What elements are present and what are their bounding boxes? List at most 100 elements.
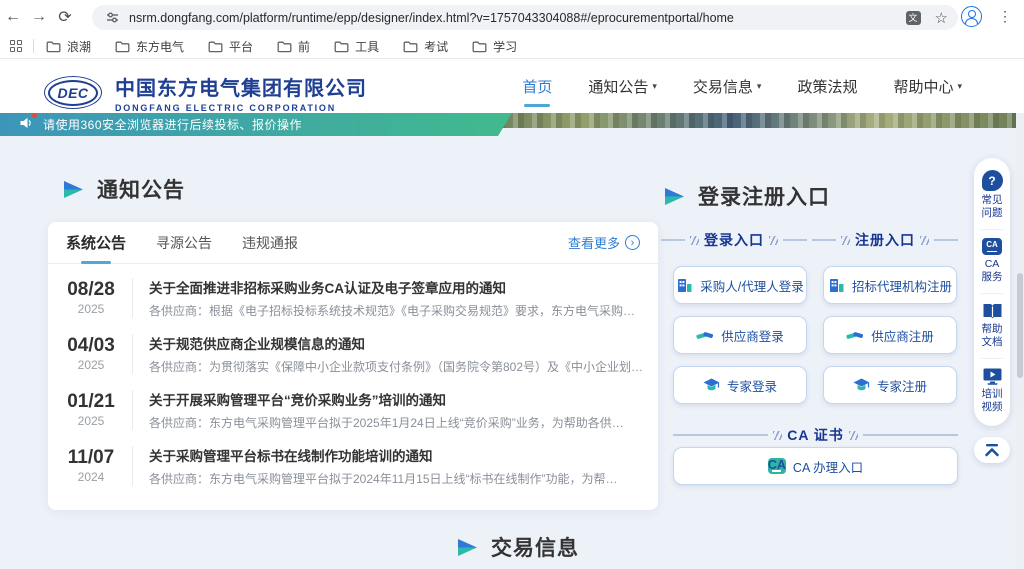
- register-group-label: 注册入口: [812, 230, 958, 250]
- folder-icon: [208, 40, 223, 53]
- notice-summary: 各供应商：根据《电子招标投标系统技术规范》《电子采购交易规范》要求，东方电气采购…: [149, 302, 635, 319]
- bookmark-folder[interactable]: 平台: [208, 38, 253, 55]
- address-bar[interactable]: nsrm.dongfang.com/platform/runtime/epp/d…: [92, 5, 958, 30]
- notice-date: 11/07 2024: [60, 447, 122, 484]
- expert-register-button[interactable]: 专家注册: [823, 366, 957, 404]
- folder-icon: [277, 40, 292, 53]
- company-name-en: DONGFANG ELECTRIC CORPORATION: [115, 103, 367, 113]
- supplier-register-button[interactable]: 供应商注册: [823, 316, 957, 354]
- browser-menu-icon[interactable]: ⋮: [998, 8, 1012, 25]
- bid-agency-register-button[interactable]: 招标代理机构注册: [823, 266, 957, 304]
- view-more-link[interactable]: 查看更多 ›: [568, 233, 640, 252]
- forward-icon[interactable]: →: [26, 8, 52, 26]
- ca-apply-button[interactable]: CA CA 办理入口: [673, 447, 958, 485]
- bookmark-folder[interactable]: 学习: [472, 38, 517, 55]
- divider: [132, 390, 133, 430]
- question-icon: ?: [982, 170, 1003, 191]
- company-logo[interactable]: DEC 中国东方电气集团有限公司 DONGFANG ELECTRIC CORPO…: [44, 72, 367, 113]
- notice-title[interactable]: 关于全面推进非招标采购业务CA认证及电子签章应用的通知: [149, 277, 635, 297]
- tab-sourcing-notices[interactable]: 寻源公告: [156, 222, 212, 264]
- notice-summary: 各供应商：为贯彻落实《保障中小企业款项支付条例》（国务院令第802号）及《中小企…: [149, 358, 642, 375]
- training-video-shortcut[interactable]: 培训视频: [977, 367, 1007, 414]
- folder-icon: [334, 40, 349, 53]
- dropdown-arrow-icon: ▾: [957, 81, 962, 92]
- notice-title[interactable]: 关于采购管理平台标书在线制作功能培训的通知: [149, 445, 618, 465]
- slash-ornament: [769, 236, 778, 245]
- bookmark-folder[interactable]: 东方电气: [115, 38, 184, 55]
- nav-policies[interactable]: 政策法规: [797, 70, 857, 103]
- nav-notices[interactable]: 通知公告 ▾: [588, 70, 657, 103]
- notice-title[interactable]: 关于规范供应商企业规模信息的通知: [149, 333, 642, 353]
- ca-group-label: CA 证书: [673, 425, 958, 445]
- divider: [981, 293, 1003, 294]
- ribbon-text: 请使用360安全浏览器进行后续投标、报价操作: [43, 116, 302, 133]
- dropdown-arrow-icon: ▾: [757, 81, 762, 92]
- notice-list-item[interactable]: 11/07 2024 关于采购管理平台标书在线制作功能培训的通知 各供应商：东方…: [48, 438, 658, 493]
- company-name-cn: 中国东方电气集团有限公司: [115, 72, 367, 101]
- dec-logo-icon: DEC: [44, 76, 102, 109]
- divider: [132, 446, 133, 486]
- tab-violation-reports[interactable]: 违规通报: [242, 222, 298, 264]
- notice-list-item[interactable]: 01/21 2025 关于开展采购管理平台“竞价采购业务”培训的通知 各供应商：…: [48, 382, 658, 437]
- notice-title[interactable]: 关于开展采购管理平台“竞价采购业务”培训的通知: [149, 389, 624, 409]
- back-icon[interactable]: ←: [0, 8, 26, 26]
- training-video-icon: [982, 367, 1003, 385]
- speaker-icon: [20, 116, 33, 134]
- expert-login-button[interactable]: 专家登录: [673, 366, 807, 404]
- section-arrow-icon: [456, 538, 478, 557]
- browser-notice-ribbon: 请使用360安全浏览器进行后续投标、报价操作: [0, 113, 512, 136]
- notice-summary: 各供应商：东方电气采购管理平台拟于2025年1月24日上线“竞价采购”业务，为帮…: [149, 414, 624, 431]
- slash-ornament: [849, 431, 858, 440]
- collapse-top-icon: [983, 443, 1001, 457]
- notices-tabs: 系统公告 寻源公告 违规通报 查看更多 ›: [48, 222, 658, 264]
- bookmark-folder[interactable]: 浪潮: [46, 38, 91, 55]
- scrollbar-track[interactable]: [1016, 113, 1024, 569]
- handshake-icon: [846, 329, 864, 342]
- bookmark-folder[interactable]: 考试: [403, 38, 448, 55]
- help-doc-shortcut[interactable]: 帮助文档: [977, 302, 1007, 349]
- slash-ornament: [841, 236, 850, 245]
- folder-icon: [403, 40, 418, 53]
- section-arrow-icon: [62, 180, 84, 199]
- notice-date: 01/21 2025: [60, 391, 122, 428]
- section-title: 登录注册入口: [698, 181, 830, 211]
- site-settings-icon[interactable]: [106, 11, 119, 24]
- section-arrow-icon: [663, 187, 685, 206]
- floating-sidebar: ? 常见问题 CA CA服务 帮助文档 培训视频: [974, 158, 1010, 426]
- nav-help-center[interactable]: 帮助中心 ▾: [893, 70, 962, 103]
- ca-service-shortcut[interactable]: CA CA服务: [977, 238, 1007, 284]
- site-header: DEC 中国东方电气集团有限公司 DONGFANG ELECTRIC CORPO…: [0, 59, 1024, 113]
- reload-icon[interactable]: ⟳: [52, 7, 78, 27]
- buyer-agent-login-button[interactable]: 采购人/代理人登录: [673, 266, 807, 304]
- handshake-icon: [696, 329, 714, 342]
- nav-home[interactable]: 首页: [522, 70, 552, 103]
- slash-ornament: [690, 236, 699, 245]
- notices-section-heading: 通知公告: [62, 174, 185, 204]
- scrollbar-thumb[interactable]: [1017, 273, 1023, 378]
- translate-icon[interactable]: 文: [906, 11, 921, 25]
- faq-shortcut[interactable]: ? 常见问题: [977, 170, 1007, 220]
- bookmarks-separator: [33, 39, 34, 53]
- collapse-sidebar-button[interactable]: [974, 437, 1010, 463]
- notice-date: 04/03 2025: [60, 335, 122, 372]
- bookmarks-bar: 浪潮 东方电气 平台 前 工具 考试 学习: [0, 34, 1024, 59]
- profile-avatar[interactable]: [961, 6, 982, 27]
- notice-list-item[interactable]: 04/03 2025 关于规范供应商企业规模信息的通知 各供应商：为贯彻落实《保…: [48, 326, 658, 381]
- login-section-heading: 登录注册入口: [663, 181, 830, 211]
- url-text[interactable]: nsrm.dongfang.com/platform/runtime/epp/d…: [129, 11, 896, 25]
- notice-list-item[interactable]: 08/28 2025 关于全面推进非招标采购业务CA认证及电子签章应用的通知 各…: [48, 270, 658, 325]
- tab-system-notices[interactable]: 系统公告: [66, 222, 126, 264]
- nav-trade-info[interactable]: 交易信息 ▾: [693, 70, 762, 103]
- bookmark-folder[interactable]: 前: [277, 38, 310, 55]
- chevron-right-circle-icon: ›: [625, 235, 640, 250]
- ca-certificate-icon: CA: [768, 458, 786, 474]
- apps-grid-icon[interactable]: [10, 40, 23, 53]
- supplier-login-button[interactable]: 供应商登录: [673, 316, 807, 354]
- trade-section-heading: 交易信息: [456, 532, 579, 562]
- bookmark-star-icon[interactable]: ☆: [935, 9, 948, 27]
- bookmark-folder[interactable]: 工具: [334, 38, 379, 55]
- browser-toolbar: ← → ⟳ nsrm.dongfang.com/platform/runtime…: [0, 0, 1024, 34]
- notice-date: 08/28 2025: [60, 279, 122, 316]
- divider: [981, 358, 1003, 359]
- graduation-cap-icon: [703, 378, 720, 392]
